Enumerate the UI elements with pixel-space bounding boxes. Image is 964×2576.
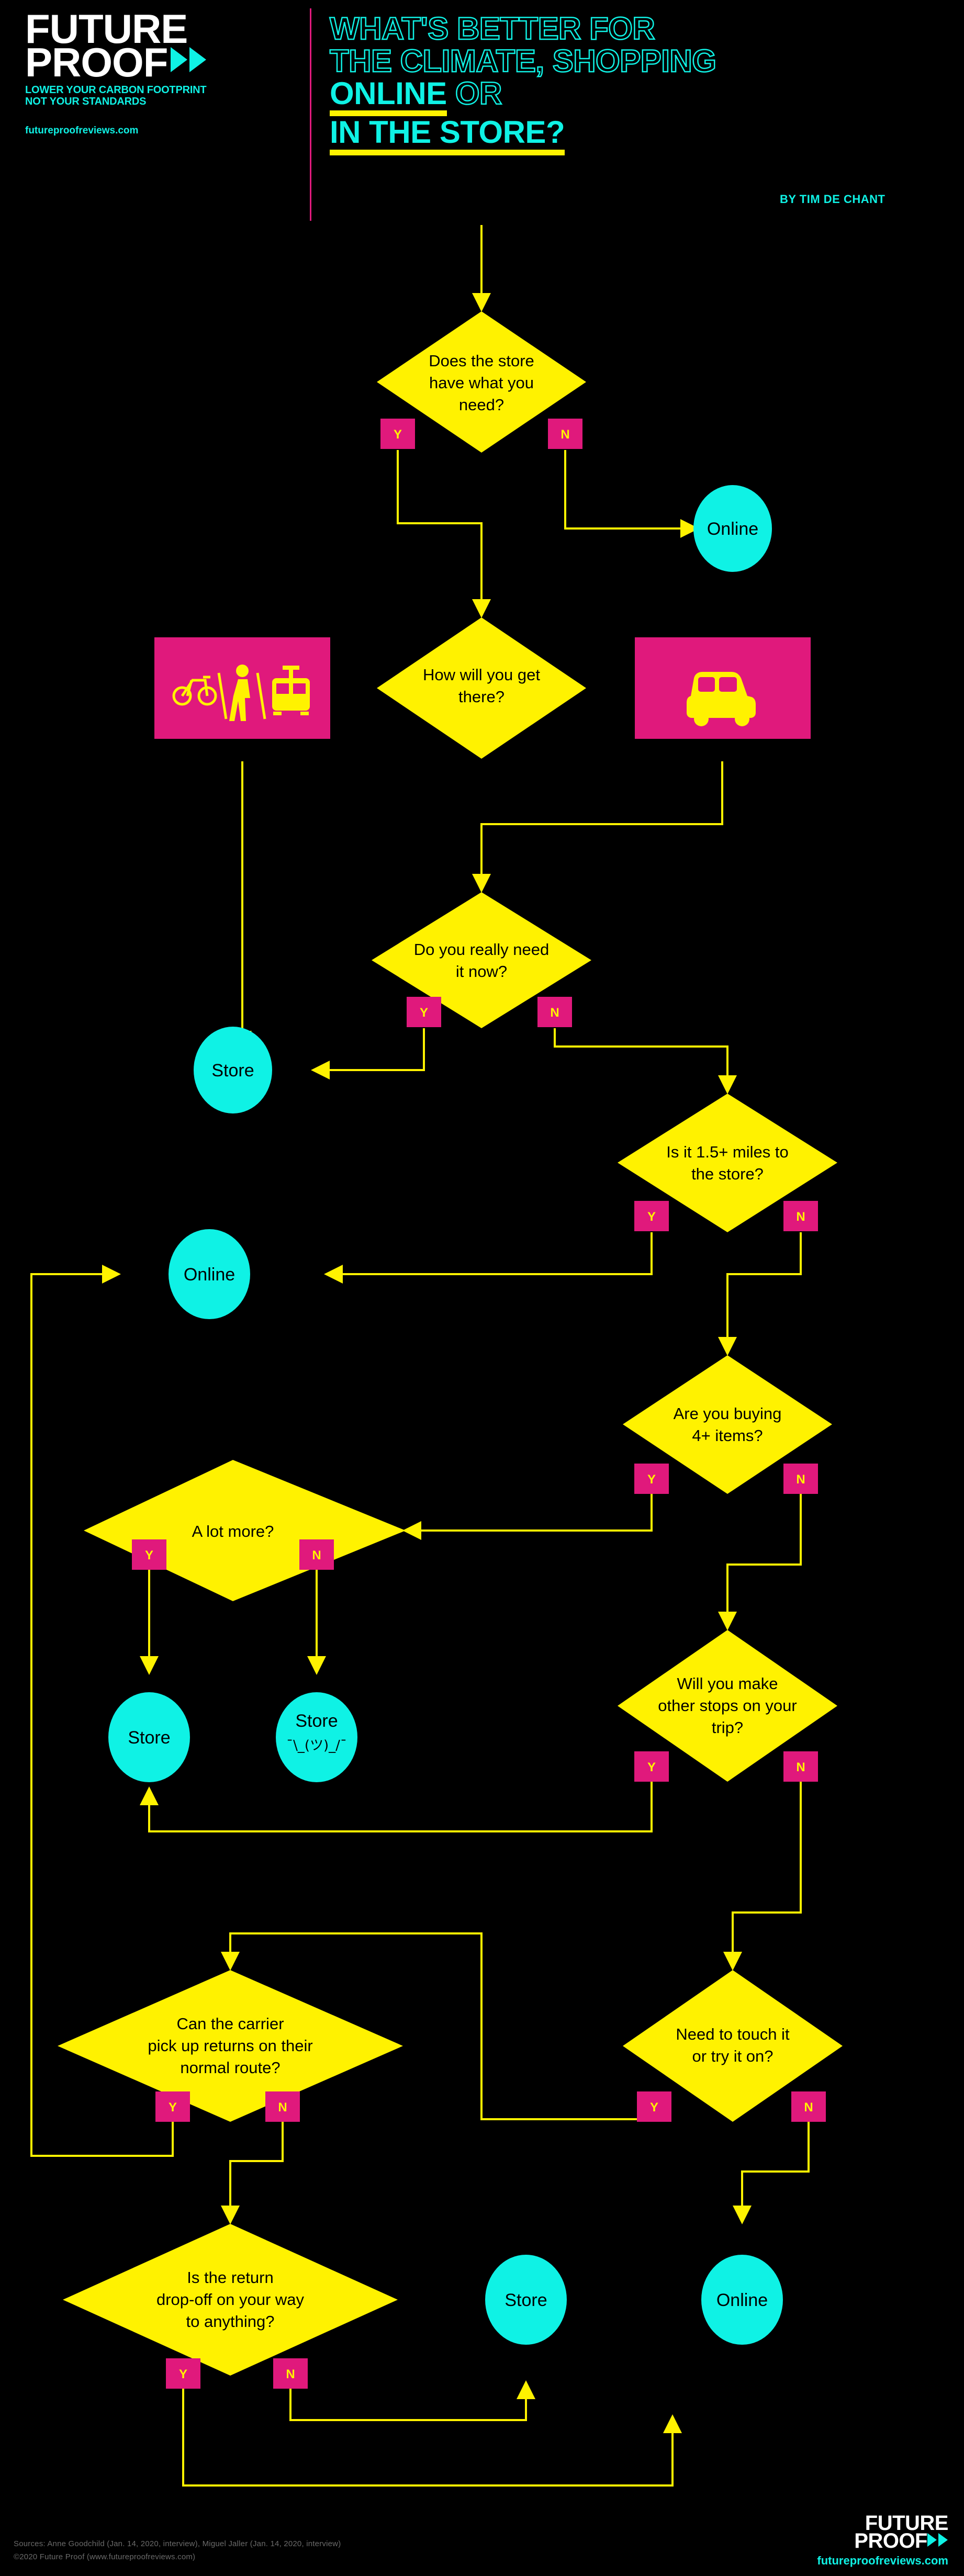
node-t5-store-shrug[interactable]: Store ¯\_(ツ)_/¯ bbox=[276, 1692, 357, 1782]
node-m1-active-transport-option[interactable] bbox=[154, 637, 330, 739]
node-t2-label: Store bbox=[211, 1061, 254, 1081]
footer-logo: FUTURE PROOF futureproofreviews.com bbox=[817, 2513, 948, 2568]
node-m2-car-option[interactable] bbox=[635, 637, 811, 739]
node-t4-label: Store bbox=[128, 1728, 170, 1748]
badge-no-label: N bbox=[278, 2100, 287, 2114]
footer-sources: Sources: Anne Goodchild (Jan. 14, 2020, … bbox=[14, 2538, 341, 2564]
node-t3-online[interactable]: Online bbox=[169, 1229, 250, 1319]
node-t7-label: Online bbox=[716, 2290, 768, 2310]
node-q7-will-you-make-other-stops[interactable]: Will you make other stops on your trip? … bbox=[618, 1630, 837, 1782]
node-q9-need-to-touch-it-or-try-it-on[interactable]: Need to touch it or try it on? Y N bbox=[623, 1970, 843, 2122]
badge-yes-label: Y bbox=[647, 1760, 656, 1774]
node-q7-line-1: other stops on your bbox=[658, 1696, 797, 1715]
node-q3-line-1: it now? bbox=[456, 962, 507, 981]
node-q6-a-lot-more[interactable]: A lot more? Y N bbox=[84, 1460, 406, 1601]
node-q5-line-0: Are you buying bbox=[674, 1404, 782, 1423]
node-q2-line-1: there? bbox=[458, 688, 505, 706]
node-q9-line-0: Need to touch it bbox=[676, 2025, 790, 2043]
node-q1-line-2: need? bbox=[459, 396, 504, 414]
node-q7-line-2: trip? bbox=[712, 1718, 743, 1737]
node-t7-online[interactable]: Online bbox=[701, 2255, 783, 2345]
badge-yes-label: Y bbox=[179, 2367, 187, 2381]
node-q2-how-will-you-get-there[interactable]: How will you get there? bbox=[377, 617, 586, 759]
badge-yes-label: Y bbox=[647, 1472, 656, 1487]
node-t5-label: Store bbox=[295, 1711, 338, 1731]
node-q8-can-carrier-pick-up-returns[interactable]: Can the carrier pick up returns on their… bbox=[58, 1970, 403, 2122]
flowchart: Does the store have what you need? Y N O… bbox=[30, 225, 843, 2487]
node-q3-do-you-really-need-it-now[interactable]: Do you really need it now? Y N bbox=[372, 892, 591, 1028]
badge-yes-label: Y bbox=[647, 1210, 656, 1224]
node-q1-line-0: Does the store bbox=[429, 352, 534, 370]
copyright-line: ©2020 Future Proof (www.futureproofrevie… bbox=[14, 2552, 196, 2561]
terminal-shape bbox=[276, 1692, 357, 1782]
badge-yes-label: Y bbox=[650, 2100, 658, 2114]
node-t3-label: Online bbox=[184, 1265, 235, 1285]
shrug-emoticon: ¯\_(ツ)_/¯ bbox=[286, 1738, 347, 1753]
node-q1-line-1: have what you bbox=[429, 374, 534, 392]
node-q4-is-it-1-5-plus-miles-to-the-store[interactable]: Is it 1.5+ miles to the store? Y N bbox=[618, 1094, 837, 1232]
double-chevron-right-icon bbox=[927, 2533, 948, 2550]
node-q10-line-1: drop-off on your way bbox=[156, 2290, 305, 2309]
badge-no-label: N bbox=[561, 428, 569, 442]
badge-yes-label: Y bbox=[420, 1006, 428, 1020]
node-q8-line-1: pick up returns on their bbox=[148, 2037, 312, 2055]
badge-yes-label: Y bbox=[394, 428, 402, 442]
node-q10-is-return-dropoff-on-your-way[interactable]: Is the return drop-off on your way to an… bbox=[63, 2224, 398, 2389]
badge-no-label: N bbox=[796, 1760, 805, 1774]
node-q1-does-store-have-what-you-need[interactable]: Does the store have what you need? Y N bbox=[377, 311, 586, 453]
node-q6-line-0: A lot more? bbox=[192, 1522, 274, 1540]
node-t4-store[interactable]: Store bbox=[108, 1692, 190, 1782]
node-q7-line-0: Will you make bbox=[677, 1674, 778, 1693]
badge-yes-label: Y bbox=[145, 1548, 153, 1562]
badge-no-label: N bbox=[550, 1006, 559, 1020]
node-q8-line-2: normal route? bbox=[180, 2058, 280, 2077]
badge-yes-label: Y bbox=[169, 2100, 177, 2114]
node-t6-store[interactable]: Store bbox=[485, 2255, 567, 2345]
node-q5-line-1: 4+ items? bbox=[692, 1426, 763, 1445]
badge-no-label: N bbox=[804, 2100, 813, 2114]
node-q10-line-2: to anything? bbox=[186, 2312, 275, 2331]
footer-brand-line2: PROOF bbox=[854, 2529, 927, 2552]
badge-no-label: N bbox=[796, 1210, 805, 1224]
footer-url[interactable]: futureproofreviews.com bbox=[817, 2554, 948, 2568]
node-q4-line-1: the store? bbox=[691, 1165, 764, 1183]
node-q3-line-0: Do you really need bbox=[414, 940, 550, 959]
node-q2-line-0: How will you get bbox=[423, 666, 540, 684]
badge-no-label: N bbox=[286, 2367, 295, 2381]
badge-no-label: N bbox=[796, 1472, 805, 1487]
node-q5-are-you-buying-4-plus-items[interactable]: Are you buying 4+ items? Y N bbox=[623, 1355, 832, 1494]
badge-no-label: N bbox=[312, 1548, 321, 1562]
node-t2-store[interactable]: Store bbox=[194, 1027, 272, 1113]
sources-line: Sources: Anne Goodchild (Jan. 14, 2020, … bbox=[14, 2539, 341, 2548]
node-t1-label: Online bbox=[707, 519, 758, 539]
node-t6-label: Store bbox=[505, 2290, 547, 2310]
footer: Sources: Anne Goodchild (Jan. 14, 2020, … bbox=[0, 2512, 964, 2576]
node-q4-line-0: Is it 1.5+ miles to bbox=[666, 1143, 788, 1161]
node-q8-line-0: Can the carrier bbox=[176, 2015, 284, 2033]
node-t1-online[interactable]: Online bbox=[693, 485, 772, 572]
node-q9-line-1: or try it on? bbox=[692, 2047, 773, 2065]
node-q10-line-0: Is the return bbox=[187, 2268, 273, 2287]
connectors bbox=[30, 225, 810, 2487]
